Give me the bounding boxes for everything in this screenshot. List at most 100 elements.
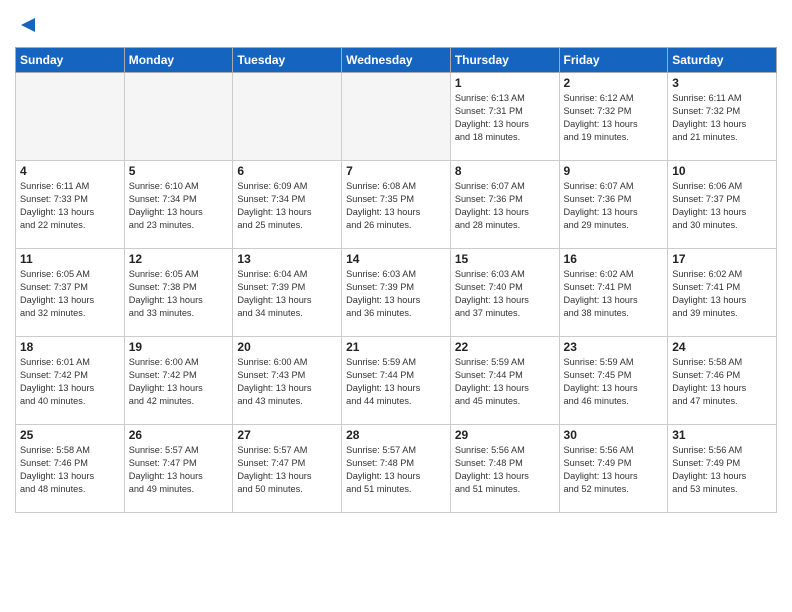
calendar-cell: 19 Sunrise: 6:00 AMSunset: 7:42 PMDayligh… xyxy=(124,337,233,425)
day-info: Sunrise: 6:03 AMSunset: 7:40 PMDaylight:… xyxy=(455,268,555,320)
day-info: Sunrise: 6:05 AMSunset: 7:38 PMDaylight:… xyxy=(129,268,229,320)
week-row-5: 25 Sunrise: 5:58 AMSunset: 7:46 PMDayligh… xyxy=(16,425,777,513)
day-number: 20 xyxy=(237,340,337,354)
day-info: Sunrise: 6:00 AMSunset: 7:42 PMDaylight:… xyxy=(129,356,229,408)
calendar-cell: 29 Sunrise: 5:56 AMSunset: 7:48 PMDayligh… xyxy=(450,425,559,513)
calendar-cell: 25 Sunrise: 5:58 AMSunset: 7:46 PMDayligh… xyxy=(16,425,125,513)
calendar: SundayMondayTuesdayWednesdayThursdayFrid… xyxy=(15,47,777,513)
calendar-cell xyxy=(233,73,342,161)
calendar-cell: 13 Sunrise: 6:04 AMSunset: 7:39 PMDayligh… xyxy=(233,249,342,337)
calendar-cell: 16 Sunrise: 6:02 AMSunset: 7:41 PMDayligh… xyxy=(559,249,668,337)
calendar-cell: 5 Sunrise: 6:10 AMSunset: 7:34 PMDaylight… xyxy=(124,161,233,249)
day-info: Sunrise: 5:57 AMSunset: 7:47 PMDaylight:… xyxy=(129,444,229,496)
weekday-friday: Friday xyxy=(559,48,668,73)
calendar-cell: 26 Sunrise: 5:57 AMSunset: 7:47 PMDayligh… xyxy=(124,425,233,513)
calendar-cell: 21Sunrise: 5:59 AMSunset: 7:44 PMDayligh… xyxy=(342,337,451,425)
day-number: 14 xyxy=(346,252,446,266)
calendar-cell: 4Sunrise: 6:11 AMSunset: 7:33 PMDaylight… xyxy=(16,161,125,249)
calendar-cell: 27Sunrise: 5:57 AMSunset: 7:47 PMDayligh… xyxy=(233,425,342,513)
calendar-cell: 18 Sunrise: 6:01 AMSunset: 7:42 PMDayligh… xyxy=(16,337,125,425)
day-number: 4 xyxy=(20,164,120,178)
day-number: 23 xyxy=(564,340,664,354)
day-info: Sunrise: 6:08 AMSunset: 7:35 PMDaylight:… xyxy=(346,180,446,232)
calendar-cell: 15Sunrise: 6:03 AMSunset: 7:40 PMDayligh… xyxy=(450,249,559,337)
calendar-cell: 31 Sunrise: 5:56 AMSunset: 7:49 PMDayligh… xyxy=(668,425,777,513)
day-info: Sunrise: 5:58 AMSunset: 7:46 PMDaylight:… xyxy=(20,444,120,496)
day-info: Sunrise: 5:56 AMSunset: 7:49 PMDaylight:… xyxy=(672,444,772,496)
day-info: Sunrise: 6:09 AMSunset: 7:34 PMDaylight:… xyxy=(237,180,337,232)
day-info: Sunrise: 6:12 AMSunset: 7:32 PMDaylight:… xyxy=(564,92,664,144)
day-info: Sunrise: 5:59 AMSunset: 7:45 PMDaylight:… xyxy=(564,356,664,408)
calendar-cell: 17 Sunrise: 6:02 AMSunset: 7:41 PMDayligh… xyxy=(668,249,777,337)
day-number: 26 xyxy=(129,428,229,442)
day-info: Sunrise: 6:04 AMSunset: 7:39 PMDaylight:… xyxy=(237,268,337,320)
day-number: 10 xyxy=(672,164,772,178)
calendar-cell: 11Sunrise: 6:05 AMSunset: 7:37 PMDayligh… xyxy=(16,249,125,337)
day-info: Sunrise: 6:07 AMSunset: 7:36 PMDaylight:… xyxy=(564,180,664,232)
day-info: Sunrise: 6:07 AMSunset: 7:36 PMDaylight:… xyxy=(455,180,555,232)
day-number: 28 xyxy=(346,428,446,442)
calendar-cell: 7 Sunrise: 6:08 AMSunset: 7:35 PMDaylight… xyxy=(342,161,451,249)
calendar-cell: 6 Sunrise: 6:09 AMSunset: 7:34 PMDaylight… xyxy=(233,161,342,249)
weekday-monday: Monday xyxy=(124,48,233,73)
day-info: Sunrise: 5:59 AMSunset: 7:44 PMDaylight:… xyxy=(346,356,446,408)
day-info: Sunrise: 6:02 AMSunset: 7:41 PMDaylight:… xyxy=(564,268,664,320)
calendar-cell: 28 Sunrise: 5:57 AMSunset: 7:48 PMDayligh… xyxy=(342,425,451,513)
day-info: Sunrise: 6:10 AMSunset: 7:34 PMDaylight:… xyxy=(129,180,229,232)
day-info: Sunrise: 6:01 AMSunset: 7:42 PMDaylight:… xyxy=(20,356,120,408)
day-number: 11 xyxy=(20,252,120,266)
day-number: 6 xyxy=(237,164,337,178)
day-number: 5 xyxy=(129,164,229,178)
calendar-cell: 23 Sunrise: 5:59 AMSunset: 7:45 PMDayligh… xyxy=(559,337,668,425)
weekday-saturday: Saturday xyxy=(668,48,777,73)
day-number: 18 xyxy=(20,340,120,354)
day-number: 3 xyxy=(672,76,772,90)
day-number: 29 xyxy=(455,428,555,442)
day-number: 16 xyxy=(564,252,664,266)
weekday-thursday: Thursday xyxy=(450,48,559,73)
day-info: Sunrise: 6:03 AMSunset: 7:39 PMDaylight:… xyxy=(346,268,446,320)
day-number: 25 xyxy=(20,428,120,442)
day-number: 12 xyxy=(129,252,229,266)
day-info: Sunrise: 5:58 AMSunset: 7:46 PMDaylight:… xyxy=(672,356,772,408)
logo-icon xyxy=(17,14,39,36)
calendar-cell: 2 Sunrise: 6:12 AMSunset: 7:32 PMDaylight… xyxy=(559,73,668,161)
day-number: 27 xyxy=(237,428,337,442)
day-number: 13 xyxy=(237,252,337,266)
day-info: Sunrise: 6:00 AMSunset: 7:43 PMDaylight:… xyxy=(237,356,337,408)
week-row-1: 1 Sunrise: 6:13 AMSunset: 7:31 PMDaylight… xyxy=(16,73,777,161)
day-number: 17 xyxy=(672,252,772,266)
week-row-3: 11Sunrise: 6:05 AMSunset: 7:37 PMDayligh… xyxy=(16,249,777,337)
day-info: Sunrise: 6:11 AMSunset: 7:32 PMDaylight:… xyxy=(672,92,772,144)
day-info: Sunrise: 5:56 AMSunset: 7:48 PMDaylight:… xyxy=(455,444,555,496)
week-row-4: 18 Sunrise: 6:01 AMSunset: 7:42 PMDayligh… xyxy=(16,337,777,425)
calendar-cell: 12 Sunrise: 6:05 AMSunset: 7:38 PMDayligh… xyxy=(124,249,233,337)
calendar-cell: 14 Sunrise: 6:03 AMSunset: 7:39 PMDayligh… xyxy=(342,249,451,337)
day-info: Sunrise: 5:57 AMSunset: 7:48 PMDaylight:… xyxy=(346,444,446,496)
day-number: 31 xyxy=(672,428,772,442)
calendar-cell xyxy=(16,73,125,161)
weekday-wednesday: Wednesday xyxy=(342,48,451,73)
day-info: Sunrise: 6:13 AMSunset: 7:31 PMDaylight:… xyxy=(455,92,555,144)
day-info: Sunrise: 5:56 AMSunset: 7:49 PMDaylight:… xyxy=(564,444,664,496)
calendar-cell: 30Sunrise: 5:56 AMSunset: 7:49 PMDayligh… xyxy=(559,425,668,513)
calendar-cell xyxy=(124,73,233,161)
day-number: 24 xyxy=(672,340,772,354)
day-number: 7 xyxy=(346,164,446,178)
calendar-cell: 3 Sunrise: 6:11 AMSunset: 7:32 PMDaylight… xyxy=(668,73,777,161)
logo xyxy=(15,14,39,41)
day-info: Sunrise: 6:02 AMSunset: 7:41 PMDaylight:… xyxy=(672,268,772,320)
calendar-cell: 9Sunrise: 6:07 AMSunset: 7:36 PMDaylight… xyxy=(559,161,668,249)
weekday-header-row: SundayMondayTuesdayWednesdayThursdayFrid… xyxy=(16,48,777,73)
calendar-cell: 22Sunrise: 5:59 AMSunset: 7:44 PMDayligh… xyxy=(450,337,559,425)
calendar-cell: 24 Sunrise: 5:58 AMSunset: 7:46 PMDayligh… xyxy=(668,337,777,425)
day-number: 19 xyxy=(129,340,229,354)
calendar-cell: 10Sunrise: 6:06 AMSunset: 7:37 PMDayligh… xyxy=(668,161,777,249)
calendar-cell: 20 Sunrise: 6:00 AMSunset: 7:43 PMDayligh… xyxy=(233,337,342,425)
header xyxy=(15,10,777,41)
weekday-tuesday: Tuesday xyxy=(233,48,342,73)
day-number: 22 xyxy=(455,340,555,354)
day-number: 2 xyxy=(564,76,664,90)
calendar-cell xyxy=(342,73,451,161)
day-number: 1 xyxy=(455,76,555,90)
